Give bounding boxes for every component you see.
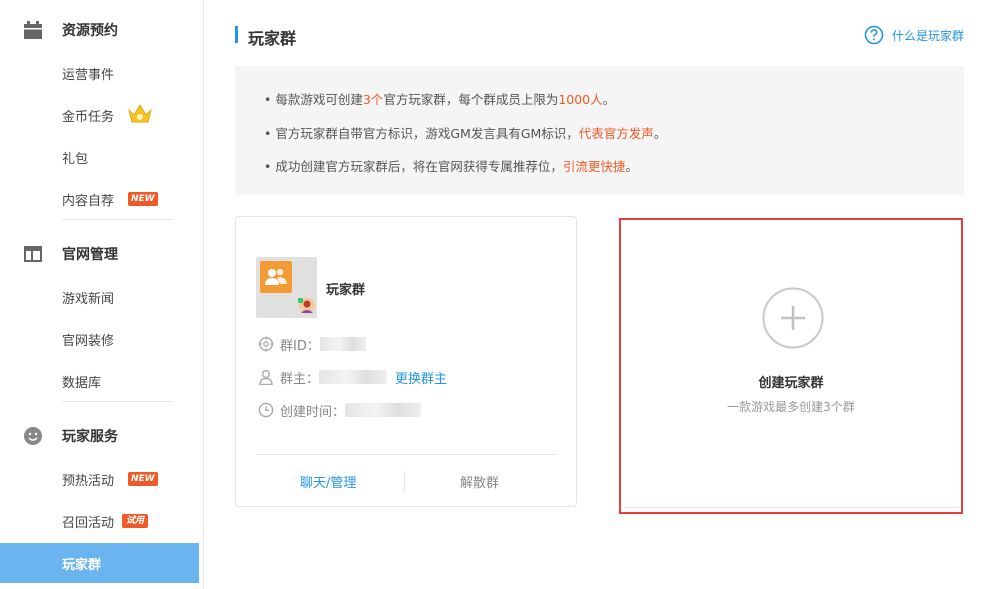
created-time-row: 创建时间： [258, 400, 422, 420]
group-owner-label: 群主： [280, 371, 320, 387]
notice-box: • 每款游戏可创建3个官方玩家群，每个群成员上限为1000人。 • 官方玩家群自… [235, 66, 964, 195]
sidebar-item-label: 游戏新闻 [62, 291, 115, 307]
sidebar-item-label: 内容自荐 [62, 193, 115, 209]
question-icon [864, 25, 884, 45]
sidebar-item-label: 礼包 [62, 151, 89, 167]
crown-icon [128, 104, 152, 123]
card-divider [256, 454, 556, 455]
sidebar-item-gift[interactable]: 礼包 [0, 137, 199, 177]
notice-text: 。 [653, 126, 667, 141]
notice-highlight: 3个 [362, 92, 384, 107]
created-time-label: 创建时间： [280, 404, 346, 420]
notice-line: • 成功创建官方玩家群后，将在官网获得专属推荐位，引流更快捷。 [264, 156, 638, 175]
smiley-icon [24, 427, 42, 445]
notice-text: • 官方玩家群自带官方标识，游戏GM发言具有GM标识， [264, 126, 579, 141]
redacted-created-time [345, 403, 422, 417]
create-group-subtitle: 一款游戏最多创建3个群 [727, 400, 855, 414]
redacted-owner [319, 370, 388, 384]
card-bottom-line [624, 507, 960, 508]
sidebar-item-content-recommend[interactable]: 内容自荐 NEW [0, 179, 199, 219]
target-icon [258, 336, 274, 352]
page-title: 玩家群 [248, 29, 297, 48]
calendar-icon [24, 21, 42, 39]
help-link-label: 什么是玩家群 [892, 28, 965, 43]
change-owner-link[interactable]: 更换群主 [395, 368, 447, 387]
official-badge-icon [298, 298, 315, 314]
sidebar-item-label: 运营事件 [62, 67, 115, 83]
group-id-label: 群ID： [280, 338, 320, 354]
group-owner-row: 群主： 更换群主 [258, 367, 447, 387]
sidebar-item-label: 官网装修 [62, 333, 115, 349]
sidebar-divider [62, 401, 174, 402]
group-people-icon [265, 268, 287, 285]
trial-badge: 试用 [122, 514, 149, 528]
notice-line: • 官方玩家群自带官方标识，游戏GM发言具有GM标识，代表官方发声。 [264, 123, 666, 142]
create-group-card[interactable]: 创建玩家群 一款游戏最多创建3个群 [619, 218, 963, 514]
notice-highlight: 代表官方发声 [578, 126, 654, 141]
user-icon [259, 369, 273, 385]
sidebar-item-label: 数据库 [62, 375, 102, 391]
sidebar-divider [62, 219, 174, 220]
action-separator [404, 471, 405, 491]
group-avatar-image [260, 261, 292, 293]
sidebar-item-label: 金币任务 [62, 109, 115, 125]
notice-highlight: 引流更快捷 [562, 159, 626, 174]
group-id-row: 群ID： [258, 334, 366, 354]
notice-text: 官方玩家群，每个群成员上限为 [383, 92, 559, 107]
notice-text: • 成功创建官方玩家群后，将在官网获得专属推荐位， [264, 159, 563, 174]
notice-highlight: 1000人 [558, 92, 603, 107]
new-badge: NEW [128, 192, 158, 206]
sidebar-group-label: 官网管理 [62, 247, 118, 263]
notice-line: • 每款游戏可创建3个官方玩家群，每个群成员上限为1000人。 [264, 89, 615, 108]
sidebar-item-site-decoration[interactable]: 官网装修 [0, 319, 199, 359]
sidebar: 资源预约 运营事件 金币任务 礼包 内容自荐 NEW 官网管理 游戏新闻 官网装… [0, 0, 204, 589]
sidebar-item-label: 玩家群 [62, 557, 102, 573]
sidebar-item-game-news[interactable]: 游戏新闻 [0, 277, 199, 317]
help-link[interactable]: 什么是玩家群 [864, 25, 964, 45]
sidebar-item-operations[interactable]: 运营事件 [0, 53, 199, 93]
sidebar-item-warmup-events[interactable]: 预热活动 NEW [0, 459, 199, 499]
plus-circle-icon [762, 287, 824, 349]
group-card: 玩家群 群ID： 群主： 更换群主 创建时间： 聊天/管理 解散群 [235, 216, 577, 507]
notice-text: 。 [602, 92, 616, 107]
clock-icon [258, 402, 274, 418]
create-group-title: 创建玩家群 [758, 376, 824, 391]
sidebar-group-resource[interactable]: 资源预约 [0, 10, 200, 50]
chat-manage-button[interactable]: 聊天/管理 [300, 472, 356, 491]
page: 资源预约 运营事件 金币任务 礼包 内容自荐 NEW 官网管理 游戏新闻 官网装… [0, 0, 995, 589]
redacted-group-id [319, 337, 366, 351]
sidebar-item-label: 召回活动 [62, 515, 115, 531]
layout-icon [24, 246, 42, 262]
notice-text: • 每款游戏可创建 [264, 92, 363, 107]
sidebar-item-player-groups[interactable]: 玩家群 [0, 543, 199, 583]
sidebar-item-coin-tasks[interactable]: 金币任务 [0, 95, 199, 135]
sidebar-item-recall-events[interactable]: 召回活动 试用 [0, 501, 199, 541]
sidebar-item-database[interactable]: 数据库 [0, 361, 199, 401]
notice-text: 。 [625, 159, 638, 174]
sidebar-group-label: 玩家服务 [62, 429, 118, 445]
title-accent-bar [235, 26, 238, 43]
group-name: 玩家群 [326, 283, 366, 298]
sidebar-item-label: 预热活动 [62, 473, 115, 489]
new-badge: NEW [128, 472, 158, 486]
group-avatar [256, 257, 317, 318]
sidebar-group-label: 资源预约 [62, 23, 118, 39]
dissolve-group-button[interactable]: 解散群 [460, 472, 499, 491]
sidebar-group-player-services[interactable]: 玩家服务 [0, 416, 200, 456]
sidebar-group-website[interactable]: 官网管理 [0, 234, 200, 274]
